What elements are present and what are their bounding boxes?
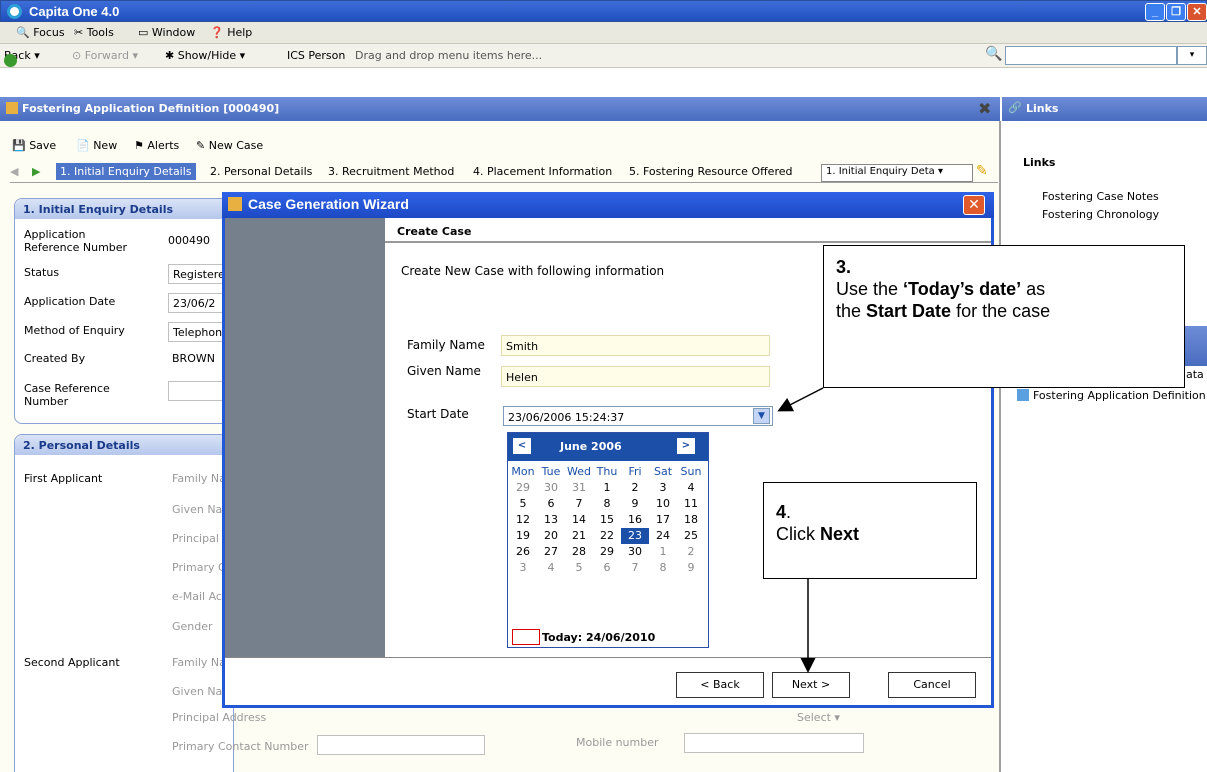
annotation-arrows (777, 387, 824, 673)
arrow-to-date-dropdown (777, 387, 824, 412)
